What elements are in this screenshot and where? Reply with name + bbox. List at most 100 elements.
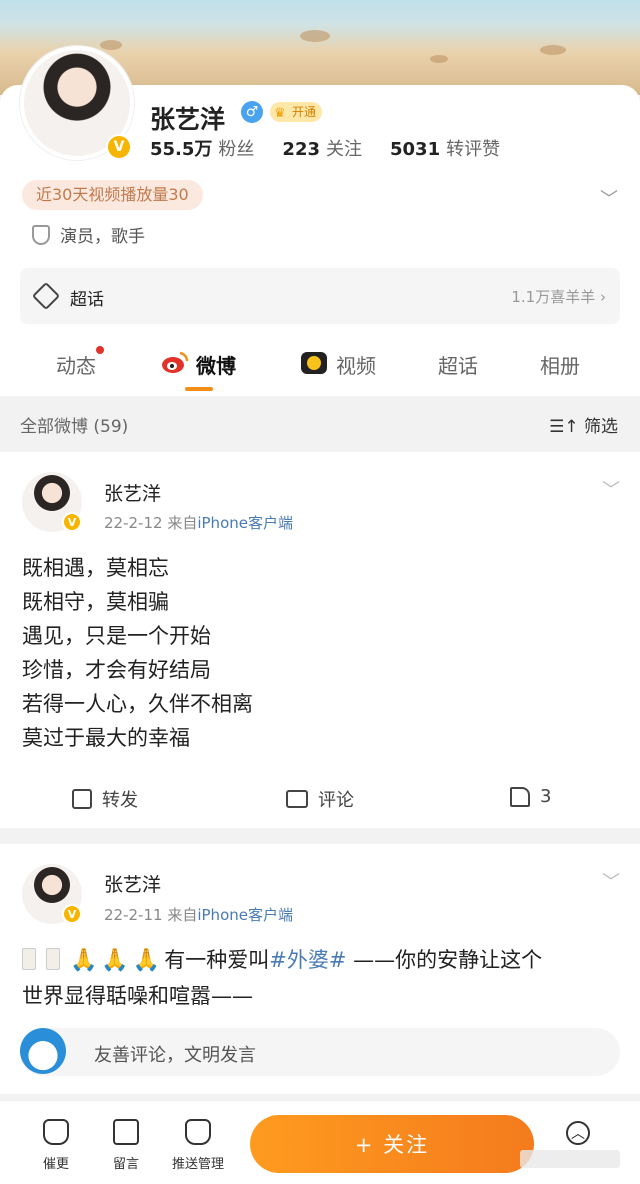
tab-video[interactable]: 视频	[336, 350, 376, 379]
filter-button[interactable]: ☰↑ 筛选	[549, 412, 618, 437]
all-weibo-count[interactable]: 全部微博 (59)	[20, 412, 128, 437]
post-text-line: 莫过于最大的幸福	[22, 726, 190, 750]
tab-album[interactable]: 相册	[540, 350, 580, 379]
profile-name: 张艺洋	[150, 105, 226, 134]
candle-icon	[46, 948, 60, 970]
post-card: V 张艺洋 22-2-12 来自iPhone客户端 ﹀ 既相遇，莫相忘 既相守，…	[0, 452, 640, 828]
chevron-down-icon[interactable]: ﹀	[602, 476, 620, 502]
push-settings-button[interactable]: 推送管理	[158, 1119, 238, 1172]
diamond-icon	[31, 281, 61, 311]
feed-filter-bar: 全部微博 (59) ☰↑ 筛选	[0, 396, 640, 450]
shield-icon	[32, 224, 50, 245]
tab-label: 相册	[540, 354, 580, 378]
tab-label: 超话	[438, 354, 478, 378]
urge-update-button[interactable]: 催更	[16, 1119, 96, 1172]
post-author[interactable]: 张艺洋	[104, 479, 161, 506]
post-text: 有一种爱叫	[164, 948, 270, 972]
verified-badge-icon: V	[62, 512, 82, 532]
post-text: ——你的安静让这个	[346, 948, 543, 972]
tab-label: 微博	[196, 354, 236, 378]
post-text-line: 既相守，莫相骗	[22, 590, 169, 614]
post-source[interactable]: iPhone客户端	[197, 906, 293, 924]
comment-input[interactable]: 友善评论，文明发言	[20, 1028, 620, 1076]
tab-dynamic[interactable]: 动态	[56, 346, 104, 379]
urge-update-label: 催更	[42, 1157, 69, 1172]
likes-stat[interactable]: 5031 转评赞	[390, 135, 500, 161]
candle-icon	[22, 948, 36, 970]
post-text-line: 世界显得聒噪和喧嚣——	[22, 984, 253, 1008]
following-stat[interactable]: 223 关注	[282, 135, 362, 161]
vip-label: 开通	[292, 105, 317, 119]
tab-label: 视频	[336, 354, 376, 378]
crown-icon: ♛	[274, 106, 286, 121]
super-topic-fans: 1.1万喜羊羊 ›	[511, 288, 606, 306]
message-button[interactable]: 留言	[86, 1119, 166, 1172]
bell-plus-icon	[185, 1119, 211, 1145]
verified-badge-icon: V	[62, 904, 82, 924]
video-icon	[301, 352, 327, 374]
filter-icon: ☰↑	[549, 417, 584, 437]
user-avatar	[20, 1028, 66, 1074]
post-actions: 转发 评论 3	[0, 778, 640, 818]
following-label: 关注	[326, 139, 362, 160]
scroll-top-icon[interactable]: ︿	[566, 1121, 590, 1145]
praying-hands-icon: 🙏	[101, 948, 129, 973]
comment-label: 评论	[318, 790, 354, 811]
vip-open-badge[interactable]: ♛ 开通	[270, 102, 323, 122]
following-count: 223	[282, 139, 320, 160]
verified-badge-icon: V	[106, 134, 132, 160]
tab-label: 动态	[56, 354, 96, 378]
video-play-badge[interactable]: 近30天视频播放量30	[22, 180, 203, 210]
post-text-line: 遇见，只是一个开始	[22, 624, 211, 648]
post-from-label: 来自	[167, 906, 198, 924]
super-topic-label: 超话	[70, 290, 104, 310]
hashtag-link[interactable]: #外婆#	[269, 948, 346, 972]
post-text-line: 珍惜，才会有好结局	[22, 658, 211, 682]
post-meta: 22-2-12 来自iPhone客户端	[104, 512, 293, 533]
repost-button[interactable]: 转发	[72, 786, 138, 812]
super-topic-card[interactable]: 超话 1.1万喜羊羊 ›	[20, 268, 620, 324]
bottom-action-bar: 催更 留言 推送管理 + 关注 ︿	[0, 1100, 640, 1184]
notification-dot	[96, 346, 104, 354]
follow-button[interactable]: + 关注	[250, 1115, 534, 1173]
followers-stat[interactable]: 55.5万 粉丝	[150, 135, 254, 161]
post-author[interactable]: 张艺洋	[104, 870, 161, 897]
profile-tabs: 动态 微博 视频 超话 相册	[0, 330, 640, 396]
likes-count: 5031	[390, 139, 441, 160]
post-text-line: 若得一人心，久伴不相离	[22, 692, 253, 716]
post-date: 22-2-11	[104, 906, 163, 924]
praying-hands-icon: 🙏	[70, 948, 98, 973]
followers-count: 55.5万	[150, 139, 213, 160]
likes-label: 转评赞	[446, 139, 501, 160]
bell-icon	[43, 1119, 69, 1145]
chevron-down-icon[interactable]: ﹀	[602, 868, 620, 894]
chevron-down-icon[interactable]: ﹀	[600, 185, 618, 211]
post-from-label: 来自	[167, 514, 198, 532]
tab-weibo[interactable]: 微博	[196, 350, 236, 379]
followers-label: 粉丝	[218, 139, 255, 160]
push-settings-label: 推送管理	[171, 1157, 224, 1172]
filter-label: 筛选	[584, 417, 618, 437]
comment-placeholder: 友善评论，文明发言	[94, 1045, 256, 1066]
repost-label: 转发	[102, 790, 138, 811]
post-source[interactable]: iPhone客户端	[197, 514, 293, 532]
active-tab-indicator	[185, 387, 213, 391]
comment-icon	[286, 790, 308, 808]
thumbs-up-icon	[510, 786, 530, 807]
profile-role: 演员，歌手	[32, 222, 145, 247]
post-text-line: 🙏 🙏 🙏 有一种爱叫#外婆# ——你的安静让这个	[22, 944, 542, 974]
like-button[interactable]: 3	[510, 786, 551, 807]
weibo-icon	[162, 351, 189, 373]
post-text-line: 既相遇，莫相忘	[22, 556, 169, 580]
role-text: 演员，歌手	[60, 227, 145, 247]
profile-stats: 55.5万 粉丝 223 关注 5031 转评赞	[150, 135, 500, 161]
message-label: 留言	[112, 1157, 139, 1172]
watermark	[520, 1150, 620, 1168]
comment-button[interactable]: 评论	[286, 786, 354, 812]
message-icon	[113, 1119, 139, 1145]
praying-hands-icon: 🙏	[132, 948, 161, 973]
post-date: 22-2-12	[104, 514, 163, 532]
tab-super-topic[interactable]: 超话	[438, 350, 478, 379]
like-count: 3	[540, 786, 552, 807]
male-gender-icon: ♂	[241, 101, 263, 123]
